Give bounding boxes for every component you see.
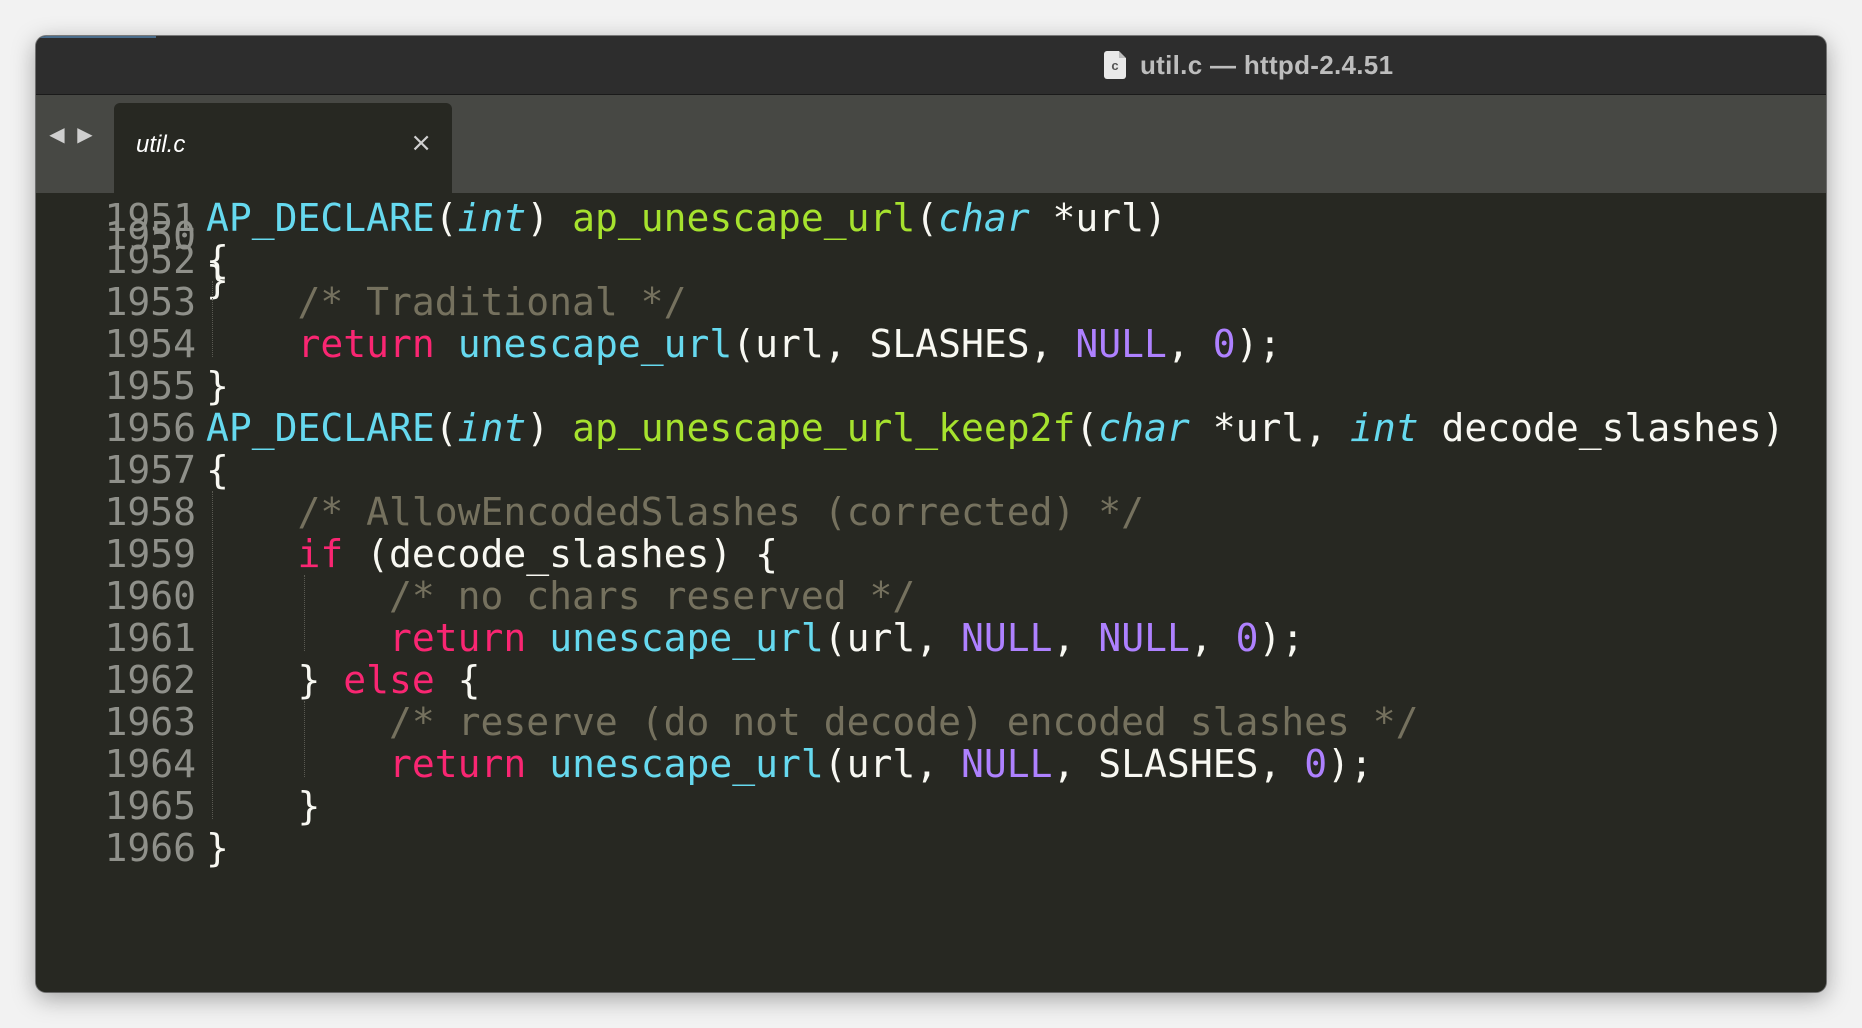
- code-token: }: [206, 658, 344, 702]
- code-token: *url,: [1189, 406, 1350, 450]
- code-token: return: [297, 322, 435, 366]
- code-token: NULL: [1075, 322, 1167, 366]
- code-token: char: [938, 196, 1030, 240]
- file-icon-letter: c: [1111, 58, 1119, 73]
- code-token: (: [1075, 406, 1099, 450]
- code-token: (decode_slashes) {: [343, 532, 778, 576]
- code-token: );: [1327, 742, 1373, 786]
- tab-navigation: ◀ ▶: [48, 123, 94, 145]
- indent-guide: [303, 701, 305, 777]
- editor-window: c util.c — httpd-2.4.51 ◀ ▶ util.c × 195…: [36, 36, 1826, 992]
- code-token: else: [343, 658, 435, 702]
- code-token: AP_DECLARE: [206, 196, 435, 240]
- tab-label: util.c: [136, 131, 186, 158]
- code-line: 1966}: [36, 823, 1826, 873]
- code-token: );: [1258, 616, 1305, 660]
- code-token: ap_unescape_url: [572, 196, 916, 240]
- code-token: ): [526, 406, 573, 450]
- line-number: 1966: [104, 826, 196, 870]
- code-token: , SLASHES,: [1052, 742, 1305, 786]
- forward-arrow-icon[interactable]: ▶: [76, 123, 94, 145]
- indent-guide: [212, 491, 213, 819]
- code-token: char: [1098, 406, 1190, 450]
- code-token: NULL: [961, 742, 1053, 786]
- code-token: int: [457, 196, 527, 240]
- title-bar: c util.c — httpd-2.4.51: [36, 36, 1826, 95]
- code-token: }: [206, 784, 321, 828]
- code-token: (url, SLASHES,: [732, 322, 1076, 366]
- code-token: ,: [1166, 322, 1213, 366]
- indent-guide: [303, 575, 305, 651]
- code-token: /* Traditional */: [297, 280, 687, 324]
- code-token: ,: [1052, 616, 1099, 660]
- code-token: AP_DECLARE: [206, 406, 435, 450]
- code-token: NULL: [1098, 616, 1190, 660]
- code-token: (url,: [823, 742, 962, 786]
- code-token: {: [434, 658, 481, 702]
- code-token: unescape_url: [457, 322, 733, 366]
- code-token: int: [1349, 406, 1419, 450]
- code-token: int: [457, 406, 527, 450]
- title-accent-line: [36, 36, 156, 38]
- code-token: if: [297, 532, 344, 576]
- code-token: (: [434, 406, 458, 450]
- code-token: ,: [1189, 616, 1236, 660]
- code-token: {: [206, 238, 229, 282]
- code-token: ap_unescape_url_keep2f: [572, 406, 1076, 450]
- code-token: (url,: [823, 616, 962, 660]
- tab-util-c[interactable]: util.c ×: [114, 103, 452, 193]
- code-token: (: [434, 196, 458, 240]
- code-token: }: [206, 364, 229, 408]
- code-token: return: [389, 616, 527, 660]
- code-token: decode_slashes): [1418, 406, 1785, 450]
- code-text: }: [206, 823, 229, 873]
- tab-bar: ◀ ▶ util.c ×: [36, 95, 1826, 193]
- code-token: );: [1235, 322, 1282, 366]
- code-token: /* no chars reserved */: [389, 574, 916, 618]
- code-token: {: [206, 448, 229, 492]
- window-title-group: c util.c — httpd-2.4.51: [1104, 50, 1393, 80]
- c-file-icon: c: [1104, 51, 1126, 79]
- code-token: 0: [1212, 322, 1236, 366]
- code-token: unescape_url: [549, 742, 824, 786]
- close-icon[interactable]: ×: [410, 129, 432, 157]
- code-token: *url): [1029, 196, 1167, 240]
- code-token: (: [915, 196, 939, 240]
- code-token: NULL: [961, 616, 1053, 660]
- indent-guide: [212, 281, 213, 357]
- code-token: return: [389, 742, 527, 786]
- code-token: /* AllowEncodedSlashes (corrected) */: [297, 490, 1144, 534]
- window-title: util.c — httpd-2.4.51: [1140, 49, 1394, 80]
- code-token: ): [526, 196, 573, 240]
- code-token: }: [206, 826, 229, 870]
- back-arrow-icon[interactable]: ◀: [48, 123, 66, 145]
- code-token: 0: [1235, 616, 1259, 660]
- code-token: /* reserve (do not decode) encoded slash…: [389, 700, 1419, 744]
- code-token: 0: [1304, 742, 1328, 786]
- code-token: unescape_url: [549, 616, 824, 660]
- code-editor[interactable]: 1950 } 1951 AP_DECLARE(int) ap_unescape_u…: [36, 193, 1826, 992]
